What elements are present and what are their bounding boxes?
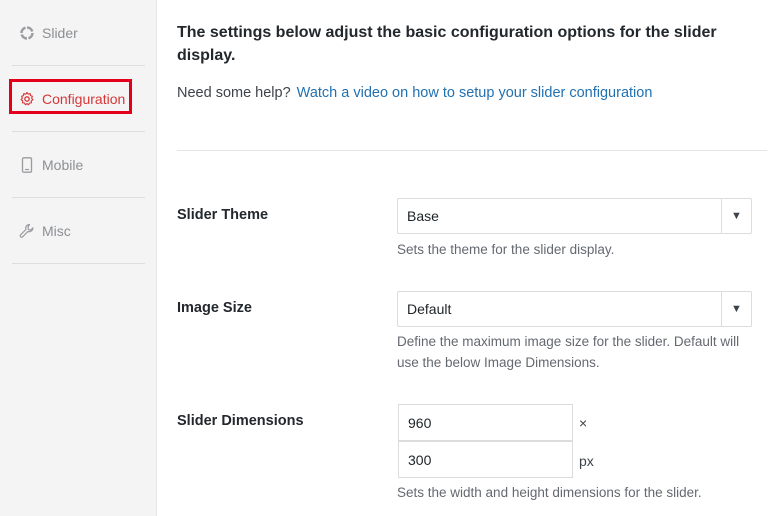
chevron-down-icon: ▼ xyxy=(721,199,751,233)
slider-icon xyxy=(18,24,36,42)
sidebar-item-mobile[interactable]: Mobile xyxy=(12,132,145,198)
chevron-down-icon: ▼ xyxy=(721,292,751,326)
configuration-panel: The settings below adjust the basic conf… xyxy=(157,0,775,516)
active-item-highlight xyxy=(9,79,132,114)
sidebar-item-label: Misc xyxy=(42,222,71,239)
help-line: Need some help? Watch a video on how to s… xyxy=(177,85,652,101)
sidebar-item-label: Slider xyxy=(42,24,78,41)
mobile-icon xyxy=(18,156,36,174)
help-text: Need some help? xyxy=(177,85,291,101)
slider-theme-value: Base xyxy=(407,208,439,224)
image-size-value: Default xyxy=(407,301,452,317)
divider xyxy=(177,150,767,151)
wrench-icon xyxy=(18,222,36,240)
image-size-select[interactable]: Default ▼ xyxy=(397,291,752,327)
page-title: The settings below adjust the basic conf… xyxy=(177,24,717,64)
slider-height-input[interactable] xyxy=(398,441,573,478)
image-size-description: Define the maximum image size for the sl… xyxy=(397,334,740,370)
sidebar-item-label: Mobile xyxy=(42,156,84,173)
sidebar-item-misc[interactable]: Misc xyxy=(12,198,145,264)
times-symbol: × xyxy=(579,415,588,431)
help-video-link[interactable]: Watch a video on how to setup your slide… xyxy=(297,85,653,101)
slider-theme-select[interactable]: Base ▼ xyxy=(397,198,752,234)
slider-theme-label: Slider Theme xyxy=(177,207,269,223)
slider-dimensions-description: Sets the width and height dimensions for… xyxy=(397,485,702,500)
sidebar-item-slider[interactable]: Slider xyxy=(12,0,145,66)
slider-width-input[interactable] xyxy=(398,404,573,441)
px-unit: px xyxy=(579,453,594,469)
slider-dimensions-label: Slider Dimensions xyxy=(177,413,304,429)
slider-theme-description: Sets the theme for the slider display. xyxy=(397,242,615,257)
settings-sidebar: Slider Configuration Mobile Misc xyxy=(0,0,157,516)
image-size-label: Image Size xyxy=(177,300,252,316)
